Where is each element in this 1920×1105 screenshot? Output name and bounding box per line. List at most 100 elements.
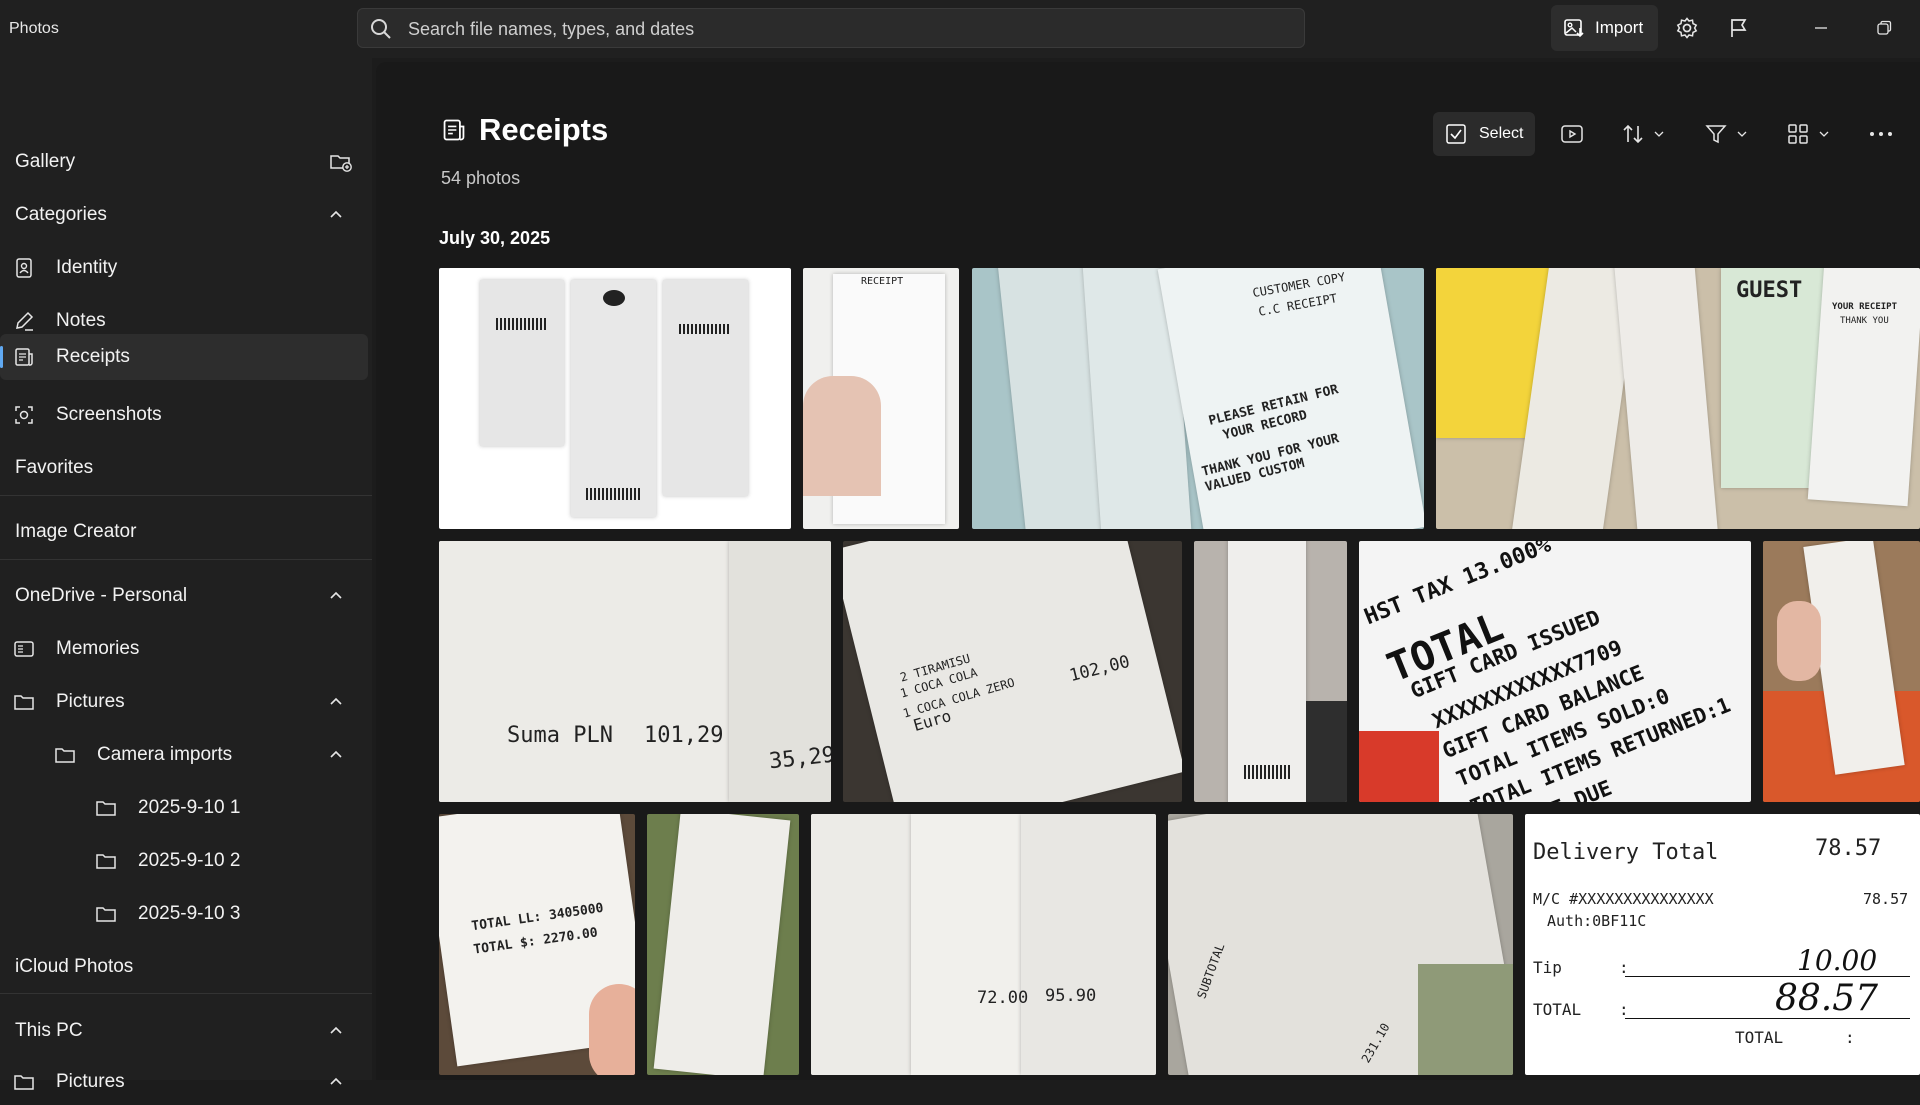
receipt-text: Tip	[1533, 958, 1562, 977]
sidebar-item-camera-imports[interactable]: Camera imports	[0, 732, 368, 778]
chevron-down-icon	[1654, 131, 1664, 137]
chevron-up-icon[interactable]	[328, 588, 344, 604]
photo-thumbnail[interactable]: Suma PLN 101,29 35,29	[439, 541, 831, 802]
import-label: Import	[1595, 18, 1644, 37]
folder-icon	[94, 902, 118, 926]
photo-thumbnail[interactable]: Delivery Total 78.57 M/C #XXXXXXXXXXXXXX…	[1525, 814, 1920, 1075]
receipt-icon	[12, 345, 36, 369]
id-badge-icon	[12, 256, 36, 280]
slideshow-icon	[1561, 125, 1583, 143]
photo-thumbnail[interactable]	[439, 268, 791, 529]
chevron-up-icon[interactable]	[328, 694, 344, 710]
sidebar-item-label: Receipts	[56, 346, 130, 367]
photo-thumbnail[interactable]	[1194, 541, 1347, 802]
receipt-text: YOUR RECEIPT	[1832, 302, 1898, 312]
chevron-up-icon[interactable]	[328, 207, 344, 223]
slideshow-button[interactable]	[1560, 122, 1584, 146]
minimize-icon[interactable]	[1808, 15, 1834, 41]
receipt-text: THANK YOU	[1840, 316, 1889, 326]
sidebar-item-folder-2[interactable]: 2025-9-10 2	[0, 838, 368, 884]
chevron-down-icon	[1737, 131, 1747, 137]
select-button[interactable]: Select	[1433, 112, 1535, 156]
receipt-text: Auth:0BF11C	[1547, 912, 1647, 930]
import-button[interactable]: Import	[1551, 5, 1658, 51]
sidebar-item-label: Camera imports	[97, 744, 233, 765]
sidebar-section-categories[interactable]: Categories	[0, 192, 368, 238]
sidebar: Gallery Categories Identity Notes Receip…	[0, 58, 372, 1092]
sidebar-section-onedrive[interactable]: OneDrive - Personal	[0, 573, 368, 619]
search-input[interactable]	[406, 9, 1290, 49]
photo-thumbnail[interactable]: 72.00 95.90	[811, 814, 1156, 1075]
photo-thumbnail[interactable]: RECEIPT	[803, 268, 959, 529]
photo-thumbnail[interactable]	[647, 814, 799, 1075]
receipt-text: Suma PLN	[507, 723, 613, 748]
sidebar-item-pictures[interactable]: Pictures	[0, 679, 368, 725]
checkbox-icon	[1446, 124, 1466, 144]
screenshot-icon	[12, 403, 36, 427]
grid-view-icon	[1788, 124, 1808, 144]
chevron-down-icon	[1819, 131, 1829, 137]
new-folder-icon[interactable]	[329, 150, 353, 174]
sidebar-item-label: Image Creator	[15, 521, 137, 542]
chevron-up-icon[interactable]	[328, 1023, 344, 1039]
receipt-text: TOTAL	[1533, 1000, 1582, 1019]
sort-icon	[1623, 124, 1643, 144]
chevron-up-icon[interactable]	[328, 1074, 344, 1090]
sidebar-item-label: OneDrive - Personal	[15, 585, 188, 606]
photo-thumbnail[interactable]: SUBTOTAL 231.10	[1168, 814, 1513, 1075]
more-options-button[interactable]	[1868, 122, 1894, 146]
receipt-text: GUEST	[1736, 278, 1803, 303]
sidebar-item-memories[interactable]: Memories	[0, 626, 368, 672]
feedback-flag-icon[interactable]	[1726, 15, 1752, 41]
sidebar-item-screenshots[interactable]: Screenshots	[0, 392, 368, 438]
receipt-text: 78.57	[1815, 836, 1882, 861]
sidebar-divider	[0, 559, 372, 560]
photo-count: 54 photos	[441, 168, 521, 188]
sidebar-item-label: Pictures	[56, 691, 125, 712]
view-layout-button[interactable]	[1786, 122, 1830, 146]
sidebar-item-label: Pictures	[56, 1071, 125, 1092]
search-icon	[371, 19, 391, 39]
photo-thumbnail[interactable]: 2 TIRAMISU 1 COCA COLA 1 COCA COLA ZERO …	[843, 541, 1182, 802]
settings-icon[interactable]	[1674, 15, 1700, 41]
sidebar-item-this-pc-pictures[interactable]: Pictures	[0, 1059, 368, 1105]
sidebar-item-favorites[interactable]: Favorites	[0, 445, 368, 491]
sidebar-divider	[0, 993, 372, 994]
sidebar-item-label: Gallery	[15, 151, 76, 172]
sidebar-item-folder-3[interactable]: 2025-9-10 3	[0, 891, 368, 937]
sidebar-item-image-creator[interactable]: Image Creator	[0, 509, 368, 555]
sidebar-item-label: Identity	[56, 257, 118, 278]
photo-thumbnail[interactable]: GUEST YOUR RECEIPT THANK YOU	[1436, 268, 1920, 529]
sidebar-item-label: Screenshots	[56, 404, 162, 425]
search-box[interactable]	[357, 8, 1305, 49]
folder-icon	[12, 690, 36, 714]
chevron-up-icon[interactable]	[328, 747, 344, 763]
folder-icon	[94, 796, 118, 820]
handwritten-total: 88.57	[1775, 978, 1879, 1019]
sidebar-item-label: This PC	[15, 1020, 83, 1041]
sidebar-item-folder-1[interactable]: 2025-9-10 1	[0, 785, 368, 831]
sidebar-item-label: 2025-9-10 3	[138, 903, 241, 924]
sidebar-item-gallery[interactable]: Gallery	[0, 139, 368, 185]
receipt-text: RECEIPT	[861, 276, 904, 287]
sort-button[interactable]	[1621, 122, 1665, 146]
photo-thumbnail[interactable]: HST TAX 13.000% TOTAL GIFT CARD ISSUED X…	[1359, 541, 1751, 802]
filter-icon	[1705, 125, 1727, 144]
sidebar-section-this-pc[interactable]: This PC	[0, 1008, 368, 1054]
photo-thumbnail[interactable]	[1763, 541, 1920, 802]
photo-thumbnail[interactable]: CUSTOMER COPY C.C RECEIPT PLEASE RETAIN …	[972, 268, 1424, 529]
filter-button[interactable]	[1704, 122, 1748, 146]
sidebar-item-identity[interactable]: Identity	[0, 245, 368, 291]
restore-icon[interactable]	[1871, 15, 1897, 41]
sidebar-item-label: Notes	[56, 310, 106, 331]
receipt-icon	[443, 119, 465, 141]
sidebar-item-label: iCloud Photos	[15, 956, 134, 977]
receipt-text: 78.57	[1863, 890, 1909, 908]
app-title: Photos	[9, 20, 59, 37]
date-group-header: July 30, 2025	[439, 228, 551, 248]
photo-thumbnail[interactable]: TOTAL LL: 3405000 TOTAL $: 2270.00	[439, 814, 635, 1075]
sidebar-item-icloud[interactable]: iCloud Photos	[0, 944, 368, 990]
sidebar-item-label: 2025-9-10 2	[138, 850, 241, 871]
sidebar-item-receipts[interactable]: Receipts	[0, 334, 368, 380]
receipt-text: M/C #XXXXXXXXXXXXXXX	[1533, 890, 1714, 908]
